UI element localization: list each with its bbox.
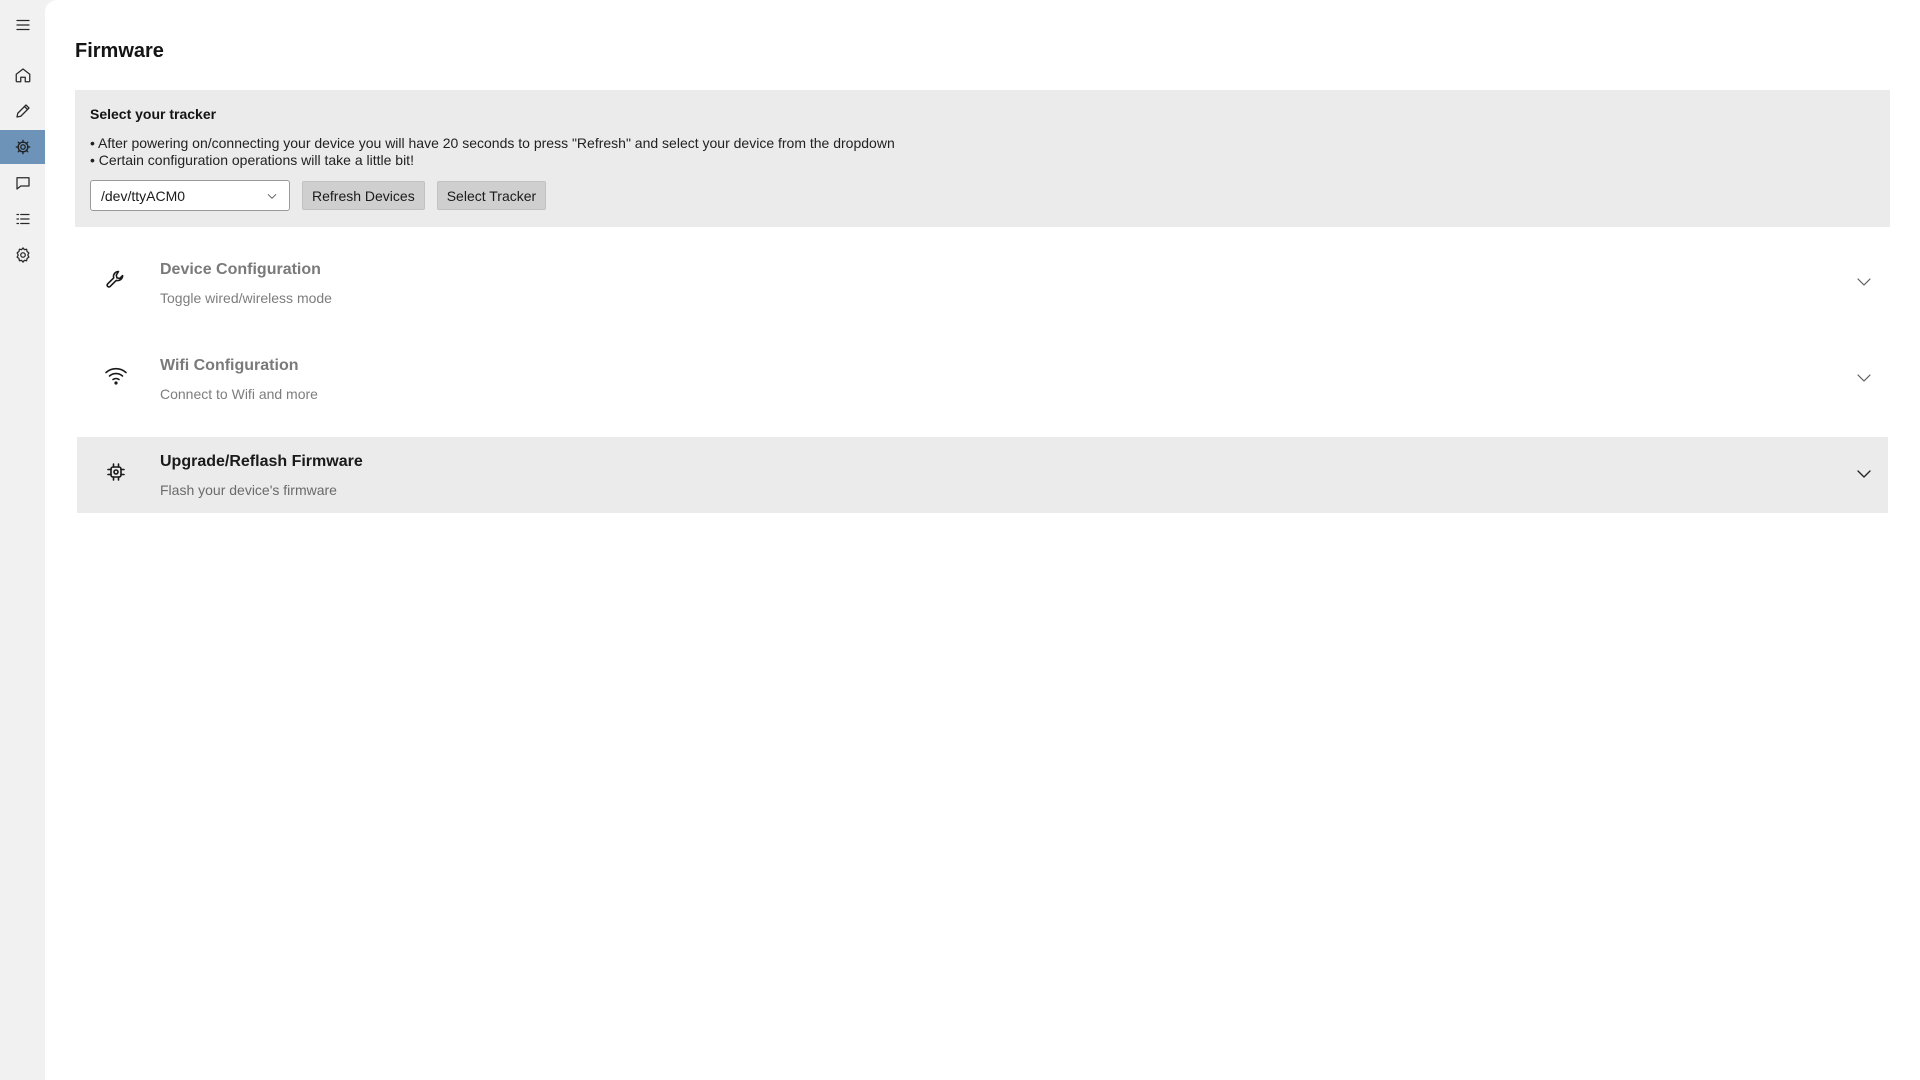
sidebar-item-edit[interactable]: [0, 94, 45, 128]
sidebar-item-firmware[interactable]: [0, 130, 45, 164]
menu-icon: [15, 19, 30, 31]
sidebar-item-home[interactable]: [0, 58, 45, 92]
section-subtitle: Connect to Wifi and more: [160, 386, 318, 402]
accordion-wifi-configuration[interactable]: Wifi Configuration Connect to Wifi and m…: [77, 341, 1888, 417]
tracker-note-refresh: • After powering on/connecting your devi…: [90, 135, 895, 151]
accordion-device-configuration[interactable]: Device Configuration Toggle wired/wirele…: [77, 245, 1888, 321]
home-icon: [15, 68, 30, 83]
app-window: Firmware Select your tracker • After pow…: [0, 0, 1920, 1080]
device-dropdown-value: /dev/ttyACM0: [101, 187, 186, 204]
sidebar: [0, 0, 45, 1080]
section-title: Upgrade/Reflash Firmware: [160, 453, 363, 470]
chip-icon: [103, 459, 129, 485]
chevron-down-icon: [1854, 368, 1874, 388]
tracker-heading: Select your tracker: [90, 106, 217, 122]
section-subtitle: Toggle wired/wireless mode: [160, 290, 332, 306]
main-panel: Firmware Select your tracker • After pow…: [45, 0, 1920, 1080]
sidebar-item-settings[interactable]: [0, 238, 45, 272]
wrench-icon: [103, 267, 129, 293]
sidebar-item-chat[interactable]: [0, 166, 45, 200]
tracker-selection-panel: Select your tracker • After powering on/…: [75, 90, 1890, 227]
section-title: Wifi Configuration: [160, 357, 299, 374]
menu-button[interactable]: [0, 8, 45, 42]
list-icon: [15, 213, 30, 225]
chevron-down-icon: [1854, 272, 1874, 292]
tracker-note-config: • Certain configuration operations will …: [90, 152, 414, 168]
section-subtitle: Flash your device's firmware: [160, 482, 337, 498]
refresh-devices-button[interactable]: Refresh Devices: [302, 181, 425, 210]
chevron-down-icon: [1854, 464, 1874, 484]
device-dropdown[interactable]: /dev/ttyACM0: [90, 180, 290, 211]
sidebar-item-list[interactable]: [0, 202, 45, 236]
gear-icon: [16, 247, 29, 263]
chevron-down-icon: [267, 193, 277, 199]
section-title: Device Configuration: [160, 261, 321, 278]
chip-icon: [15, 139, 30, 155]
select-tracker-button[interactable]: Select Tracker: [436, 181, 547, 210]
wifi-icon: [103, 363, 129, 389]
accordion-upgrade-firmware[interactable]: Upgrade/Reflash Firmware Flash your devi…: [77, 437, 1888, 513]
chat-icon: [15, 177, 30, 190]
pencil-icon: [15, 104, 30, 118]
page-title: Firmware: [75, 40, 164, 62]
tracker-controls: /dev/ttyACM0 Refresh Devices Select Trac…: [90, 180, 547, 211]
